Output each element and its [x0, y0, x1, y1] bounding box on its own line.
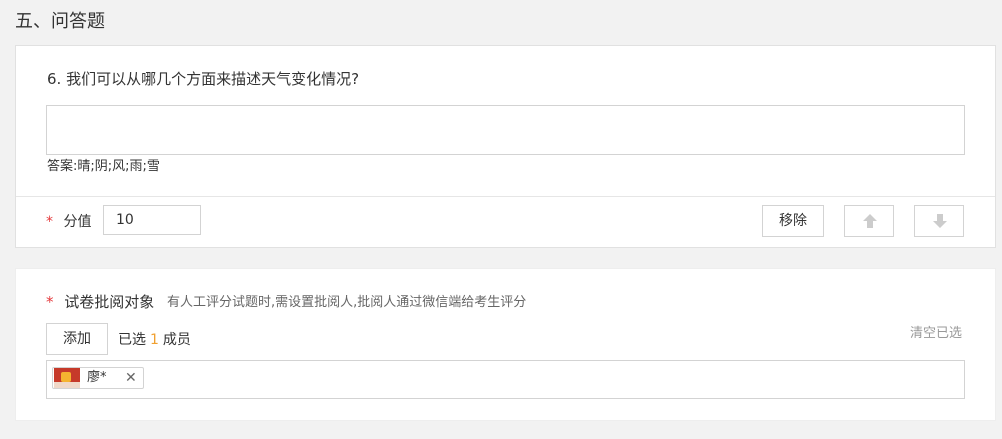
- selected-prefix: 已选: [118, 332, 146, 348]
- question-body: 我们可以从哪几个方面来描述天气变化情况?: [66, 70, 360, 88]
- selected-count-number: 1: [150, 332, 159, 348]
- question-card: 6. 我们可以从哪几个方面来描述天气变化情况? 答案:晴;阴;风;雨;雪 * 分…: [15, 45, 996, 248]
- reviewer-hint: 有人工评分试题时,需设置批阅人,批阅人通过微信端给考生评分: [167, 295, 527, 310]
- question-text: 6. 我们可以从哪几个方面来描述天气变化情况?: [47, 68, 359, 90]
- answer-value: 晴;阴;风;雨;雪: [77, 159, 160, 174]
- reviewer-title-text: 试卷批阅对象: [64, 293, 155, 311]
- reviewer-title: * 试卷批阅对象: [46, 292, 154, 312]
- member-name: 廖*: [87, 370, 107, 385]
- score-label-text: 分值: [63, 214, 92, 230]
- answer-label: 答案:: [47, 159, 78, 174]
- arrow-up-icon: [863, 214, 877, 228]
- move-down-button[interactable]: [914, 205, 964, 237]
- answer-input[interactable]: [46, 105, 965, 155]
- selected-count: 已选 1 成员: [118, 330, 191, 350]
- avatar: [54, 368, 80, 388]
- member-chip: 廖* ✕: [52, 367, 144, 389]
- clear-selection-link[interactable]: 清空已选: [910, 325, 962, 343]
- add-reviewer-button[interactable]: 添加: [46, 323, 108, 355]
- arrow-down-icon: [933, 214, 947, 228]
- reviewer-card: * 试卷批阅对象 有人工评分试题时,需设置批阅人,批阅人通过微信端给考生评分 添…: [15, 268, 996, 421]
- divider: [16, 196, 995, 197]
- section-title: 五、问答题: [15, 11, 105, 32]
- answer-key: 答案:晴;阴;风;雨;雪: [47, 158, 160, 176]
- required-mark: *: [46, 214, 53, 230]
- remove-button[interactable]: 移除: [762, 205, 824, 237]
- close-icon[interactable]: ✕: [125, 368, 137, 388]
- score-label: * 分值: [46, 212, 91, 232]
- question-number: 6.: [47, 70, 62, 88]
- move-up-button[interactable]: [844, 205, 894, 237]
- required-mark: *: [46, 293, 54, 311]
- selected-suffix: 成员: [162, 332, 191, 348]
- selected-members-box: 廖* ✕: [46, 360, 965, 399]
- score-input[interactable]: 10: [103, 205, 201, 235]
